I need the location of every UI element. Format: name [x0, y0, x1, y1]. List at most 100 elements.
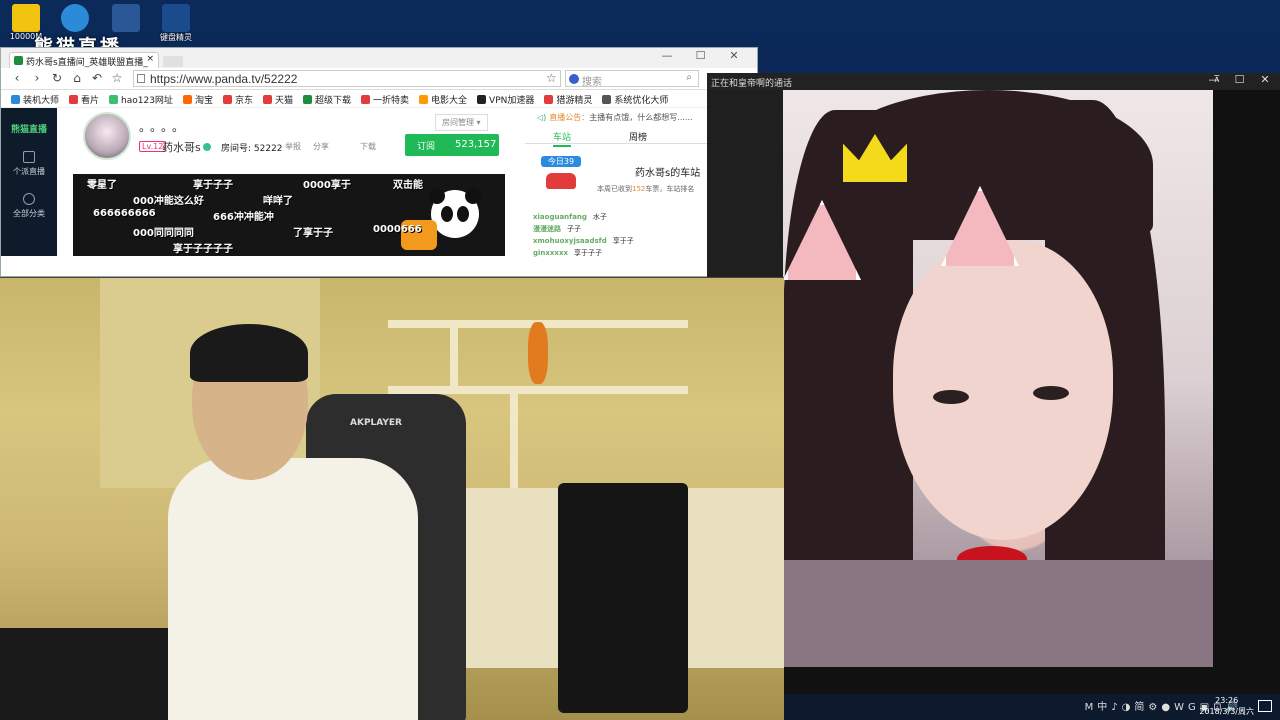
side-nav-label: 全部分类: [13, 209, 45, 218]
tab-close-icon[interactable]: ×: [146, 54, 154, 64]
bookmark-item[interactable]: 电影大全: [419, 93, 467, 106]
tab-title: 药水哥s直播间_英雄联盟直播_: [26, 58, 148, 68]
folder-icon: [12, 4, 40, 32]
bookmark-item[interactable]: 系统优化大师: [602, 93, 668, 106]
clock-date: 2018/3/3/周六: [1199, 707, 1254, 716]
anchor-avatar[interactable]: [83, 112, 131, 160]
local-video-feed[interactable]: AKPLAYER: [0, 277, 784, 720]
tray-icon[interactable]: G: [1188, 702, 1196, 713]
bookmark-favicon-icon: [11, 95, 20, 104]
verified-icon: [202, 143, 211, 151]
desktop-icon-keyboard[interactable]: 键盘精灵: [154, 4, 198, 43]
floor: [0, 628, 180, 720]
panda-logo[interactable]: 熊猫直播: [1, 122, 57, 135]
chat-user[interactable]: xmohuoxyjsaadsfd: [533, 237, 607, 245]
clock[interactable]: 23:26 2018/3/3/周六: [1199, 695, 1254, 717]
chat-user[interactable]: 漫漫迷路: [533, 225, 561, 233]
tray-icon[interactable]: W: [1174, 702, 1184, 713]
download-button[interactable]: 下载: [360, 141, 376, 152]
tray-icon[interactable]: M: [1085, 702, 1094, 713]
bookmark-item[interactable]: VPN加速器: [477, 93, 534, 106]
search-placeholder: 搜索: [582, 77, 602, 88]
new-tab-button[interactable]: [163, 56, 183, 67]
bookmarks-bar: 装机大师 看片 hao123网址 淘宝 京东 天猫 超级下载 一折特卖 电影大全 VPN加速器 猎游…: [1, 90, 757, 108]
close-button[interactable]: ✕: [719, 49, 749, 62]
danmu-comment: 双击能: [393, 180, 423, 191]
favorite-icon[interactable]: ☆: [109, 71, 125, 85]
desktop-icon-word[interactable]: [104, 4, 148, 32]
panda-mascot-icon: [401, 188, 481, 250]
minimize-button[interactable]: —: [652, 49, 682, 62]
bookmark-item[interactable]: 看片: [69, 93, 99, 106]
desktop-icon-label: 键盘精灵: [160, 33, 192, 42]
chat-msg: 享于子子: [573, 249, 602, 257]
chat-user[interactable]: ginxxxxx: [533, 249, 568, 257]
maximize-button[interactable]: ☐: [686, 49, 716, 62]
report-link[interactable]: 举报: [285, 141, 301, 152]
anchor-name-text: 药水哥s: [162, 141, 201, 154]
tray-icon[interactable]: ●: [1161, 702, 1170, 713]
car-today-label: 今日39: [541, 156, 581, 167]
side-nav-item-live[interactable]: 个派直播: [1, 151, 57, 177]
tray-icon[interactable]: ⚙: [1148, 702, 1157, 713]
room-header: 。。。。 Lv.12 药水哥s 房间号: 52222 举报 分享 下载 房间管理…: [73, 108, 505, 166]
bookmark-favicon-icon: [222, 95, 232, 104]
maximize-button[interactable]: ☐: [1229, 73, 1251, 86]
toy-figure: [528, 322, 548, 384]
danmu-comment: 零星了: [87, 180, 117, 191]
close-button[interactable]: ✕: [1254, 73, 1276, 86]
chat-user[interactable]: xiaoguanfang: [533, 213, 587, 221]
tray-icon[interactable]: ◑: [1122, 702, 1131, 713]
bookmark-item[interactable]: hao123网址: [109, 93, 173, 106]
bookmark-item[interactable]: 一折特卖: [361, 93, 409, 106]
bookmark-item[interactable]: 猎游精灵: [544, 93, 592, 106]
side-nav-item-categories[interactable]: 全部分类: [1, 193, 57, 219]
bookmark-favicon-icon: [302, 95, 312, 104]
url-input[interactable]: https://www.panda.tv/52222: [133, 70, 561, 87]
bookmark-star-icon[interactable]: ☆: [546, 71, 557, 85]
desktop-icon-tool[interactable]: [53, 4, 97, 32]
browser-window: 药水哥s直播间_英雄联盟直播_ × — ☐ ✕ ‹ › ↻ ⌂ ↶ ☆ http…: [0, 47, 758, 277]
tray-icon[interactable]: 中: [1097, 698, 1107, 713]
share-button[interactable]: 分享: [313, 141, 329, 152]
remote-video-feed[interactable]: [783, 90, 1213, 667]
video-player[interactable]: 零星了 享于子子 0000享于 双击能 000冲能这么好 咩咩了 666666666 666冲…: [73, 174, 505, 256]
search-input[interactable]: 搜索 ⌕: [565, 70, 699, 88]
danmu-comment: 0000享于: [303, 180, 351, 191]
search-icon[interactable]: ⌕: [686, 72, 692, 83]
anchor-name[interactable]: 药水哥s: [162, 139, 211, 155]
room-manage-dropdown[interactable]: 房间管理 ▾: [435, 114, 488, 131]
car-today-badge: 今日39: [541, 156, 581, 200]
bookmark-item[interactable]: 淘宝: [182, 93, 213, 106]
browser-window-controls: — ☐ ✕: [652, 49, 749, 62]
subscribe-button[interactable]: 订阅 523,157: [405, 134, 499, 156]
bookmark-item[interactable]: 超级下载: [302, 93, 351, 106]
notification-icon[interactable]: [1258, 700, 1272, 712]
bookmark-label: hao123网址: [121, 96, 173, 106]
tab-station[interactable]: 车站: [553, 130, 572, 147]
browser-tab[interactable]: 药水哥s直播间_英雄联盟直播_ ×: [9, 52, 159, 68]
bookmark-favicon-icon: [602, 95, 612, 104]
chat-msg: 子子: [567, 225, 581, 233]
tray-icon[interactable]: 简: [1134, 698, 1144, 713]
undo-icon[interactable]: ↶: [89, 71, 105, 85]
eye: [933, 390, 969, 404]
back-icon[interactable]: ‹: [9, 71, 25, 85]
chat-msg: 享于子: [612, 237, 634, 245]
bookmark-item[interactable]: 京东: [222, 93, 253, 106]
bookmark-item[interactable]: 天猫: [262, 93, 293, 106]
bookmark-favicon-icon: [109, 95, 119, 104]
reload-icon[interactable]: ↻: [49, 71, 65, 85]
tab-weekly[interactable]: 周榜: [629, 130, 647, 143]
home-icon[interactable]: ⌂: [69, 71, 85, 85]
shelf-board: [388, 386, 688, 394]
bookmark-label: 一折特卖: [373, 96, 410, 106]
bookmark-favicon-icon: [69, 95, 79, 104]
danmu-comment: 666666666: [93, 208, 156, 219]
tray-icon[interactable]: ♪: [1111, 702, 1117, 713]
car-icon: [546, 173, 576, 189]
minimize-button[interactable]: —: [1203, 73, 1225, 86]
forward-icon[interactable]: ›: [29, 71, 45, 85]
panda-favicon-icon: [14, 56, 23, 65]
bookmark-item[interactable]: 装机大师: [11, 93, 59, 106]
